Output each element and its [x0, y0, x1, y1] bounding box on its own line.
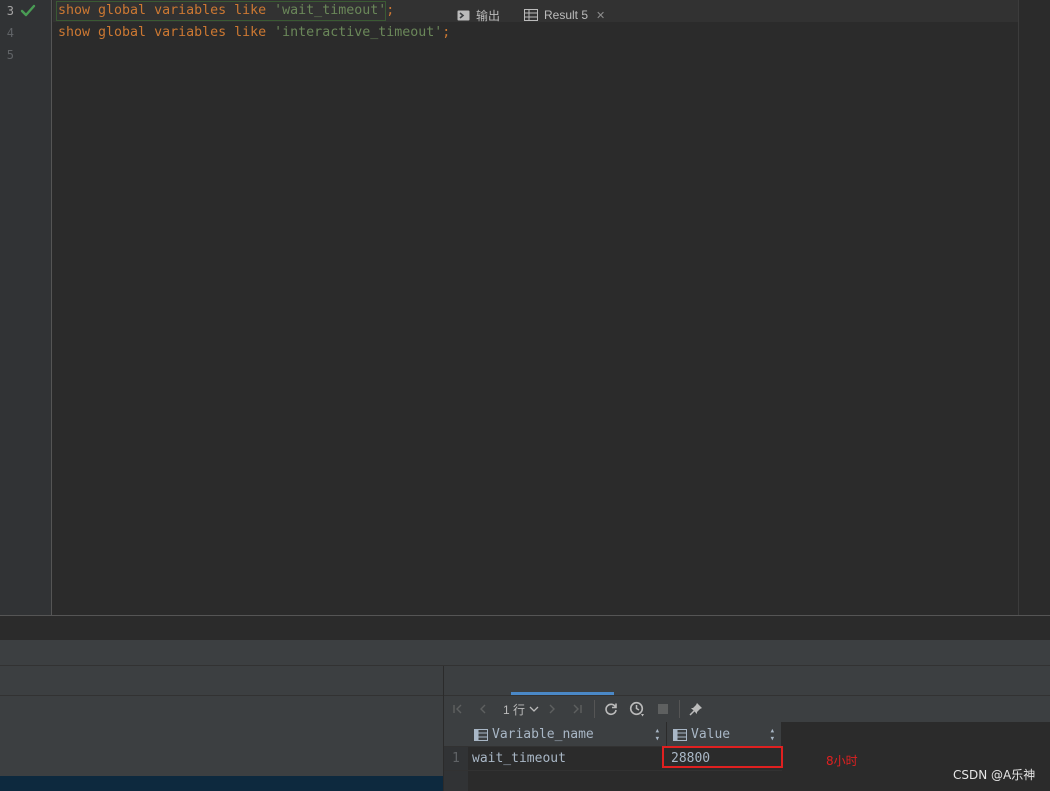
- toolbar-separator: [679, 700, 680, 718]
- sql-semicolon: ;: [442, 25, 451, 40]
- editor-footer-strip: [0, 616, 1050, 640]
- line-number: 4: [6, 26, 14, 40]
- history-icon[interactable]: [628, 700, 646, 718]
- sort-icon[interactable]: ▴ ▾: [655, 726, 660, 743]
- table-cell[interactable]: wait_timeout: [472, 748, 566, 770]
- sql-string: 'interactive_timeout': [274, 25, 443, 40]
- close-icon[interactable]: ✕: [596, 9, 605, 22]
- code-line[interactable]: show global variables like 'interactive_…: [58, 22, 450, 44]
- pin-icon[interactable]: [687, 700, 705, 718]
- annotation-text: 8小时: [826, 754, 858, 768]
- check-icon: [20, 4, 36, 17]
- services-pane[interactable]: [0, 666, 443, 791]
- stop-icon[interactable]: [654, 700, 672, 718]
- column-header-label: Variable_name: [492, 727, 594, 742]
- column-header-variable-name[interactable]: Variable_name ▴ ▾: [468, 722, 667, 747]
- sort-icon[interactable]: ▴ ▾: [770, 726, 775, 743]
- first-page-icon[interactable]: [449, 700, 467, 718]
- line-number: 3: [6, 4, 14, 18]
- active-tab-indicator: [511, 692, 614, 695]
- right-margin-guide: [1018, 0, 1019, 615]
- selected-row-highlight[interactable]: [0, 776, 443, 791]
- table-icon: [524, 9, 538, 21]
- annotation-highlight-box: [662, 746, 783, 768]
- code-line[interactable]: show global variables like 'wait_timeout…: [58, 0, 394, 22]
- sql-keywords: show global variables like: [58, 3, 267, 18]
- console-icon: [457, 10, 470, 20]
- row-number: 1: [452, 751, 460, 766]
- line-number: 5: [6, 48, 14, 62]
- prev-page-icon[interactable]: [474, 700, 492, 718]
- sql-editor[interactable]: [0, 0, 1050, 615]
- editor-gutter: 3 4 5: [0, 0, 52, 615]
- sql-semicolon: ;: [386, 3, 395, 18]
- sql-keywords: show global variables like: [58, 25, 267, 40]
- row-separator: [444, 770, 782, 771]
- tab-result-label: Result 5: [544, 8, 589, 22]
- row-count-dropdown[interactable]: 1 行: [503, 700, 539, 718]
- column-header-value[interactable]: Value ▴ ▾: [667, 722, 782, 747]
- tab-output-label: 输出: [476, 8, 501, 23]
- sql-string: 'wait_timeout': [274, 3, 387, 18]
- chevron-down-icon: [529, 706, 539, 712]
- tab-output[interactable]: 输出: [457, 0, 500, 30]
- refresh-icon[interactable]: [602, 700, 620, 718]
- toolbar-separator: [594, 700, 595, 718]
- row-count-label: 1 行: [503, 702, 526, 717]
- column-header-label: Value: [691, 727, 731, 742]
- column-icon: [474, 728, 488, 741]
- watermark: CSDN @A乐神: [953, 768, 1036, 782]
- pane-separator: [0, 695, 443, 696]
- column-icon: [673, 728, 687, 741]
- tab-result-5[interactable]: Result 5 ✕: [516, 0, 613, 30]
- last-page-icon[interactable]: [568, 700, 586, 718]
- tool-window-header: [0, 640, 1050, 666]
- next-page-icon[interactable]: [543, 700, 561, 718]
